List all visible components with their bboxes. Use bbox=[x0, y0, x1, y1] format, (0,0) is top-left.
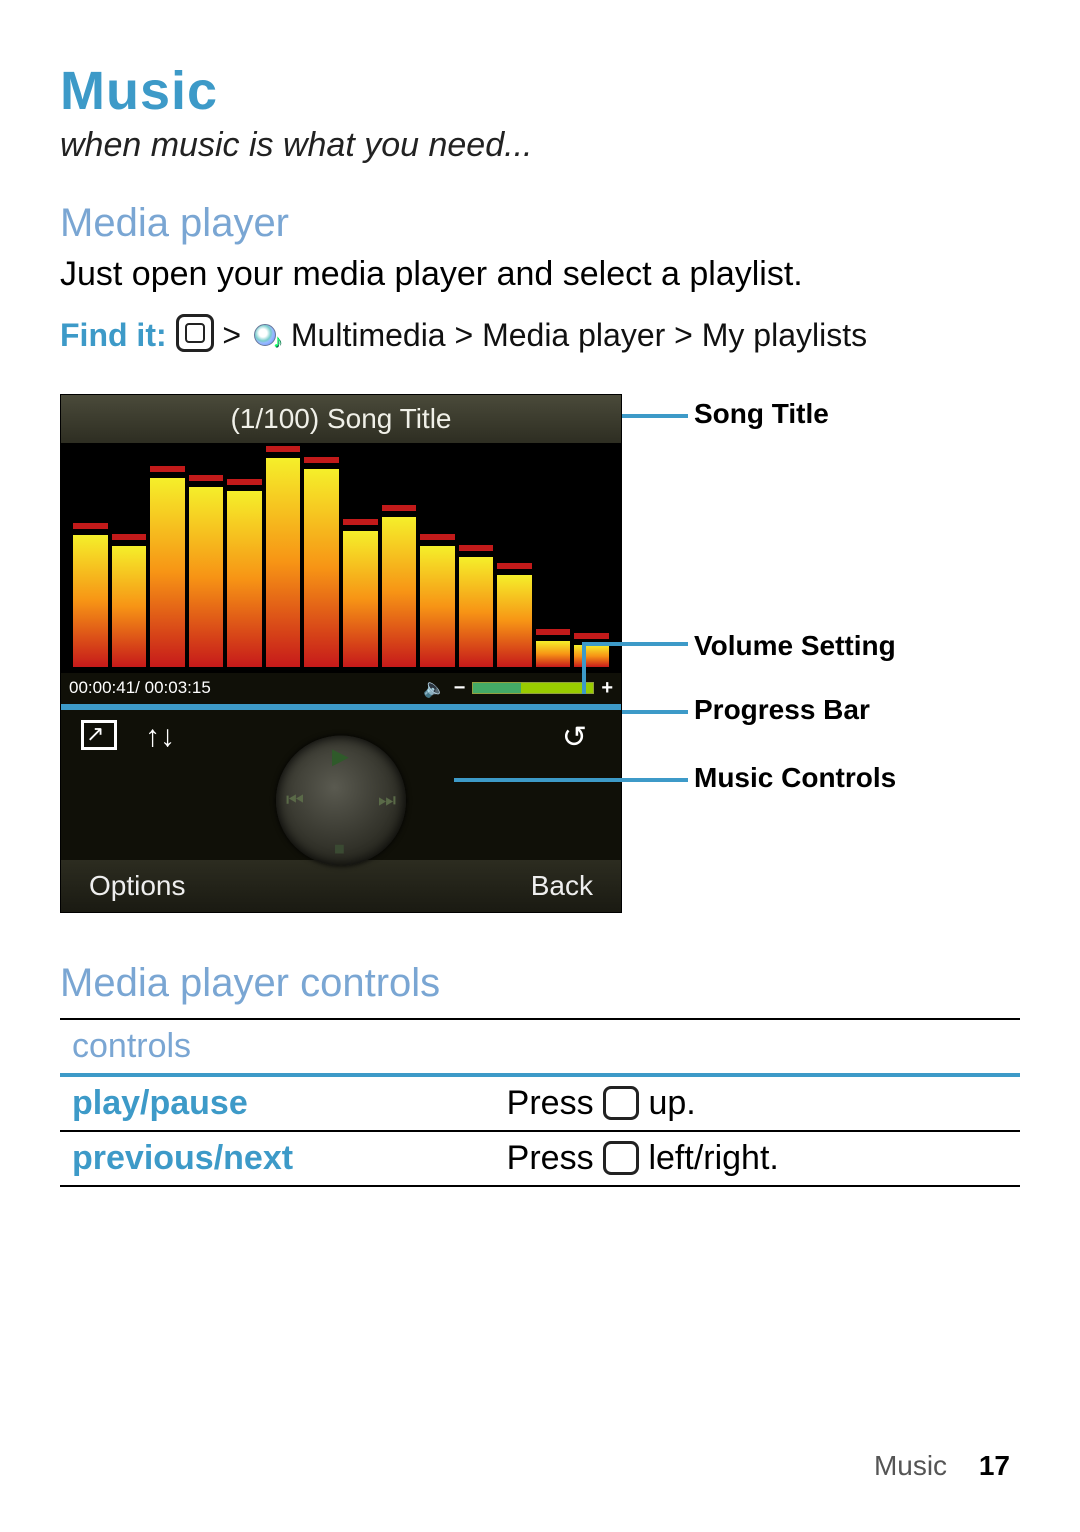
player-time-volume-bar: 00:00:41/ 00:03:15 🔈 − + bbox=[61, 673, 621, 704]
page-title: Music bbox=[60, 60, 1020, 122]
annotation-controls: Music Controls bbox=[694, 762, 896, 794]
player-controls-area: ↑↓ ↺ ▶ ■ ⏮ ⏭ bbox=[61, 710, 621, 860]
player-annotations: Song Title Volume Setting Progress Bar M… bbox=[634, 394, 1004, 913]
find-it-breadcrumb: Multimedia > Media player > My playlists bbox=[291, 317, 867, 353]
cmd-play-pause: play/pause bbox=[60, 1075, 495, 1131]
dpad-control: ▶ ■ ⏮ ⏭ bbox=[276, 735, 406, 865]
prev-track-icon: ⏮ bbox=[286, 789, 304, 812]
volume-speaker-icon: 🔈 bbox=[423, 678, 445, 699]
nav-key-icon bbox=[603, 1141, 639, 1175]
cmd-play-pause-action: Press up. bbox=[495, 1075, 1020, 1131]
page-footer: Music 17 bbox=[874, 1450, 1010, 1482]
media-player-body: Just open your media player and select a… bbox=[60, 252, 1020, 298]
softkey-back: Back bbox=[531, 870, 593, 902]
menu-key-icon bbox=[176, 314, 214, 352]
softkey-options: Options bbox=[89, 870, 186, 902]
visualizer bbox=[61, 443, 621, 673]
table-row: previous/next Press left/right. bbox=[60, 1131, 1020, 1186]
fullscreen-icon bbox=[81, 720, 117, 750]
cmd-prev-next-action: Press left/right. bbox=[495, 1131, 1020, 1186]
multimedia-icon: ♪ bbox=[252, 322, 280, 350]
volume-up-icon: + bbox=[601, 677, 613, 700]
stop-icon: ■ bbox=[334, 838, 345, 859]
tagline: when music is what you need... bbox=[60, 126, 1020, 165]
find-it-path: Find it: > ♪ Multimedia > Media player >… bbox=[60, 314, 1020, 354]
annotation-song-title: Song Title bbox=[694, 398, 829, 430]
shuffle-icon: ↑↓ bbox=[145, 720, 175, 754]
nav-key-icon bbox=[603, 1086, 639, 1120]
cmd-prev-next: previous/next bbox=[60, 1131, 495, 1186]
annotation-volume: Volume Setting bbox=[694, 630, 896, 662]
player-song-title: (1/100) Song Title bbox=[61, 395, 621, 443]
player-softkeys: Options Back bbox=[61, 860, 621, 912]
table-row: play/pause Press up. bbox=[60, 1075, 1020, 1131]
controls-table-header: controls bbox=[60, 1019, 1020, 1075]
play-icon: ▶ bbox=[332, 743, 349, 769]
footer-page-number: 17 bbox=[979, 1450, 1010, 1481]
controls-table: controls play/pause Press up. previous/n… bbox=[60, 1018, 1020, 1187]
time-elapsed: 00:00:41/ 00:03:15 bbox=[69, 678, 211, 698]
volume-slider bbox=[473, 683, 593, 693]
next-track-icon: ⏭ bbox=[378, 789, 396, 812]
section-media-player: Media player bbox=[60, 201, 1020, 246]
repeat-icon: ↺ bbox=[562, 720, 587, 755]
footer-section: Music bbox=[874, 1450, 947, 1481]
find-it-label: Find it: bbox=[60, 317, 167, 353]
media-player-screenshot: (1/100) Song Title 00:00:41/ 00:03:15 🔈 … bbox=[60, 394, 622, 913]
volume-down-icon: − bbox=[454, 677, 466, 700]
section-media-player-controls: Media player controls bbox=[60, 961, 1020, 1006]
annotation-progress: Progress Bar bbox=[694, 694, 870, 726]
